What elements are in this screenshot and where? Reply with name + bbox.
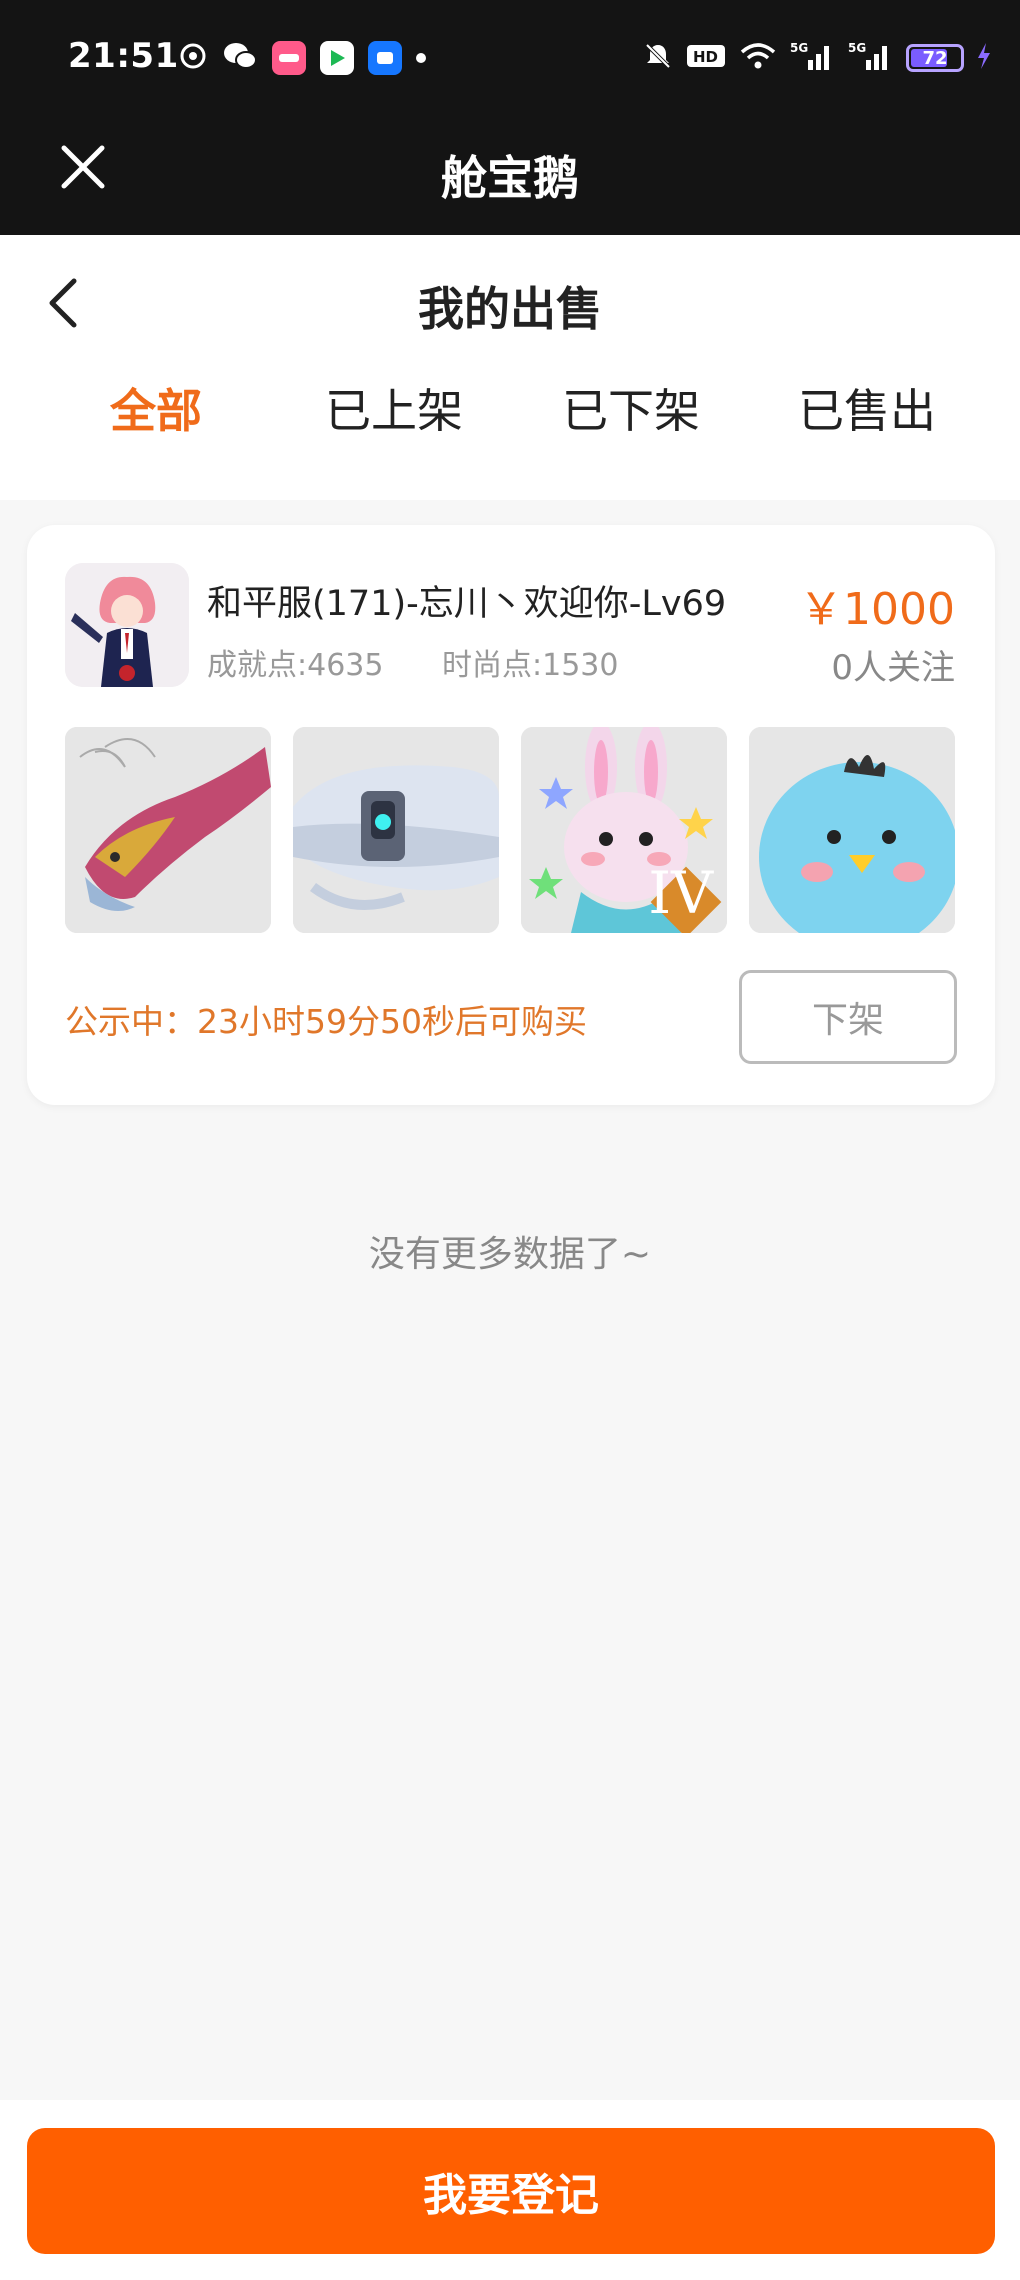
- tab-all[interactable]: 全部: [110, 375, 202, 441]
- fashion-points: 时尚点:1530: [442, 648, 619, 683]
- tier-badge: IV: [648, 859, 713, 927]
- listing-card[interactable]: 和平服(171)-忘川丶欢迎你-Lv69 成就点:4635 时尚点:1530 ￥…: [27, 525, 995, 1105]
- bird-pet-thumb[interactable]: [749, 727, 955, 933]
- public-notice: 公示中：23小时59分50秒后可购买: [65, 1002, 587, 1041]
- xianyu-icon: [368, 41, 402, 75]
- spaceship-thumb[interactable]: [293, 727, 499, 933]
- page-header: 我的出售 全部 已上架 已下架 已售出: [0, 235, 1020, 500]
- page-title: 我的出售: [418, 282, 602, 336]
- tab-sold[interactable]: 已售出: [798, 375, 936, 441]
- svg-text:5G: 5G: [790, 41, 808, 55]
- signal-5g-icon-2: 5G: [848, 40, 894, 76]
- status-time: 21:51: [68, 36, 179, 76]
- wifi-icon: [738, 40, 778, 76]
- no-more-data-text: 没有更多数据了~: [368, 1234, 652, 1275]
- app-title: 舱宝鹅: [441, 151, 579, 205]
- battery-level: 72: [922, 47, 948, 69]
- netease-icon: [178, 41, 208, 75]
- register-button[interactable]: 我要登记: [27, 2128, 995, 2254]
- tab-delisted[interactable]: 已下架: [562, 375, 700, 441]
- status-bar: 21:51 HD 5G 5G 72: [0, 0, 1020, 90]
- status-system-icons: HD 5G 5G 72: [642, 38, 992, 78]
- bunny-pet-thumb[interactable]: IV: [521, 727, 727, 933]
- tab-bar: 全部 已上架 已下架 已售出: [0, 375, 1020, 465]
- app-header: 舱宝鹅: [0, 90, 1020, 235]
- svg-text:HD: HD: [693, 48, 718, 66]
- follower-count: 0人关注: [831, 648, 955, 688]
- achievement-points: 成就点:4635: [207, 648, 384, 683]
- svg-text:5G: 5G: [848, 41, 866, 55]
- bottom-action-bar: 我要登记: [0, 2100, 1020, 2280]
- charging-icon: [976, 42, 992, 74]
- youku-icon: [320, 41, 354, 75]
- signal-5g-icon-1: 5G: [790, 40, 836, 76]
- item-thumbnails: IV: [65, 727, 955, 933]
- listing-price: ￥1000: [799, 584, 955, 635]
- character-avatar: [65, 563, 189, 687]
- more-notifications-dot: [416, 53, 426, 63]
- lofter-icon: [272, 41, 306, 75]
- hd-icon: HD: [686, 42, 726, 74]
- dragon-mount-thumb[interactable]: [65, 727, 271, 933]
- listing-title: 和平服(171)-忘川丶欢迎你-Lv69: [207, 584, 727, 624]
- delist-button[interactable]: 下架: [739, 970, 957, 1064]
- tab-listed[interactable]: 已上架: [325, 375, 463, 441]
- battery-icon: 72: [906, 44, 964, 72]
- wechat-icon: [222, 41, 258, 75]
- status-notification-icons: [178, 38, 426, 78]
- mute-icon: [642, 40, 674, 76]
